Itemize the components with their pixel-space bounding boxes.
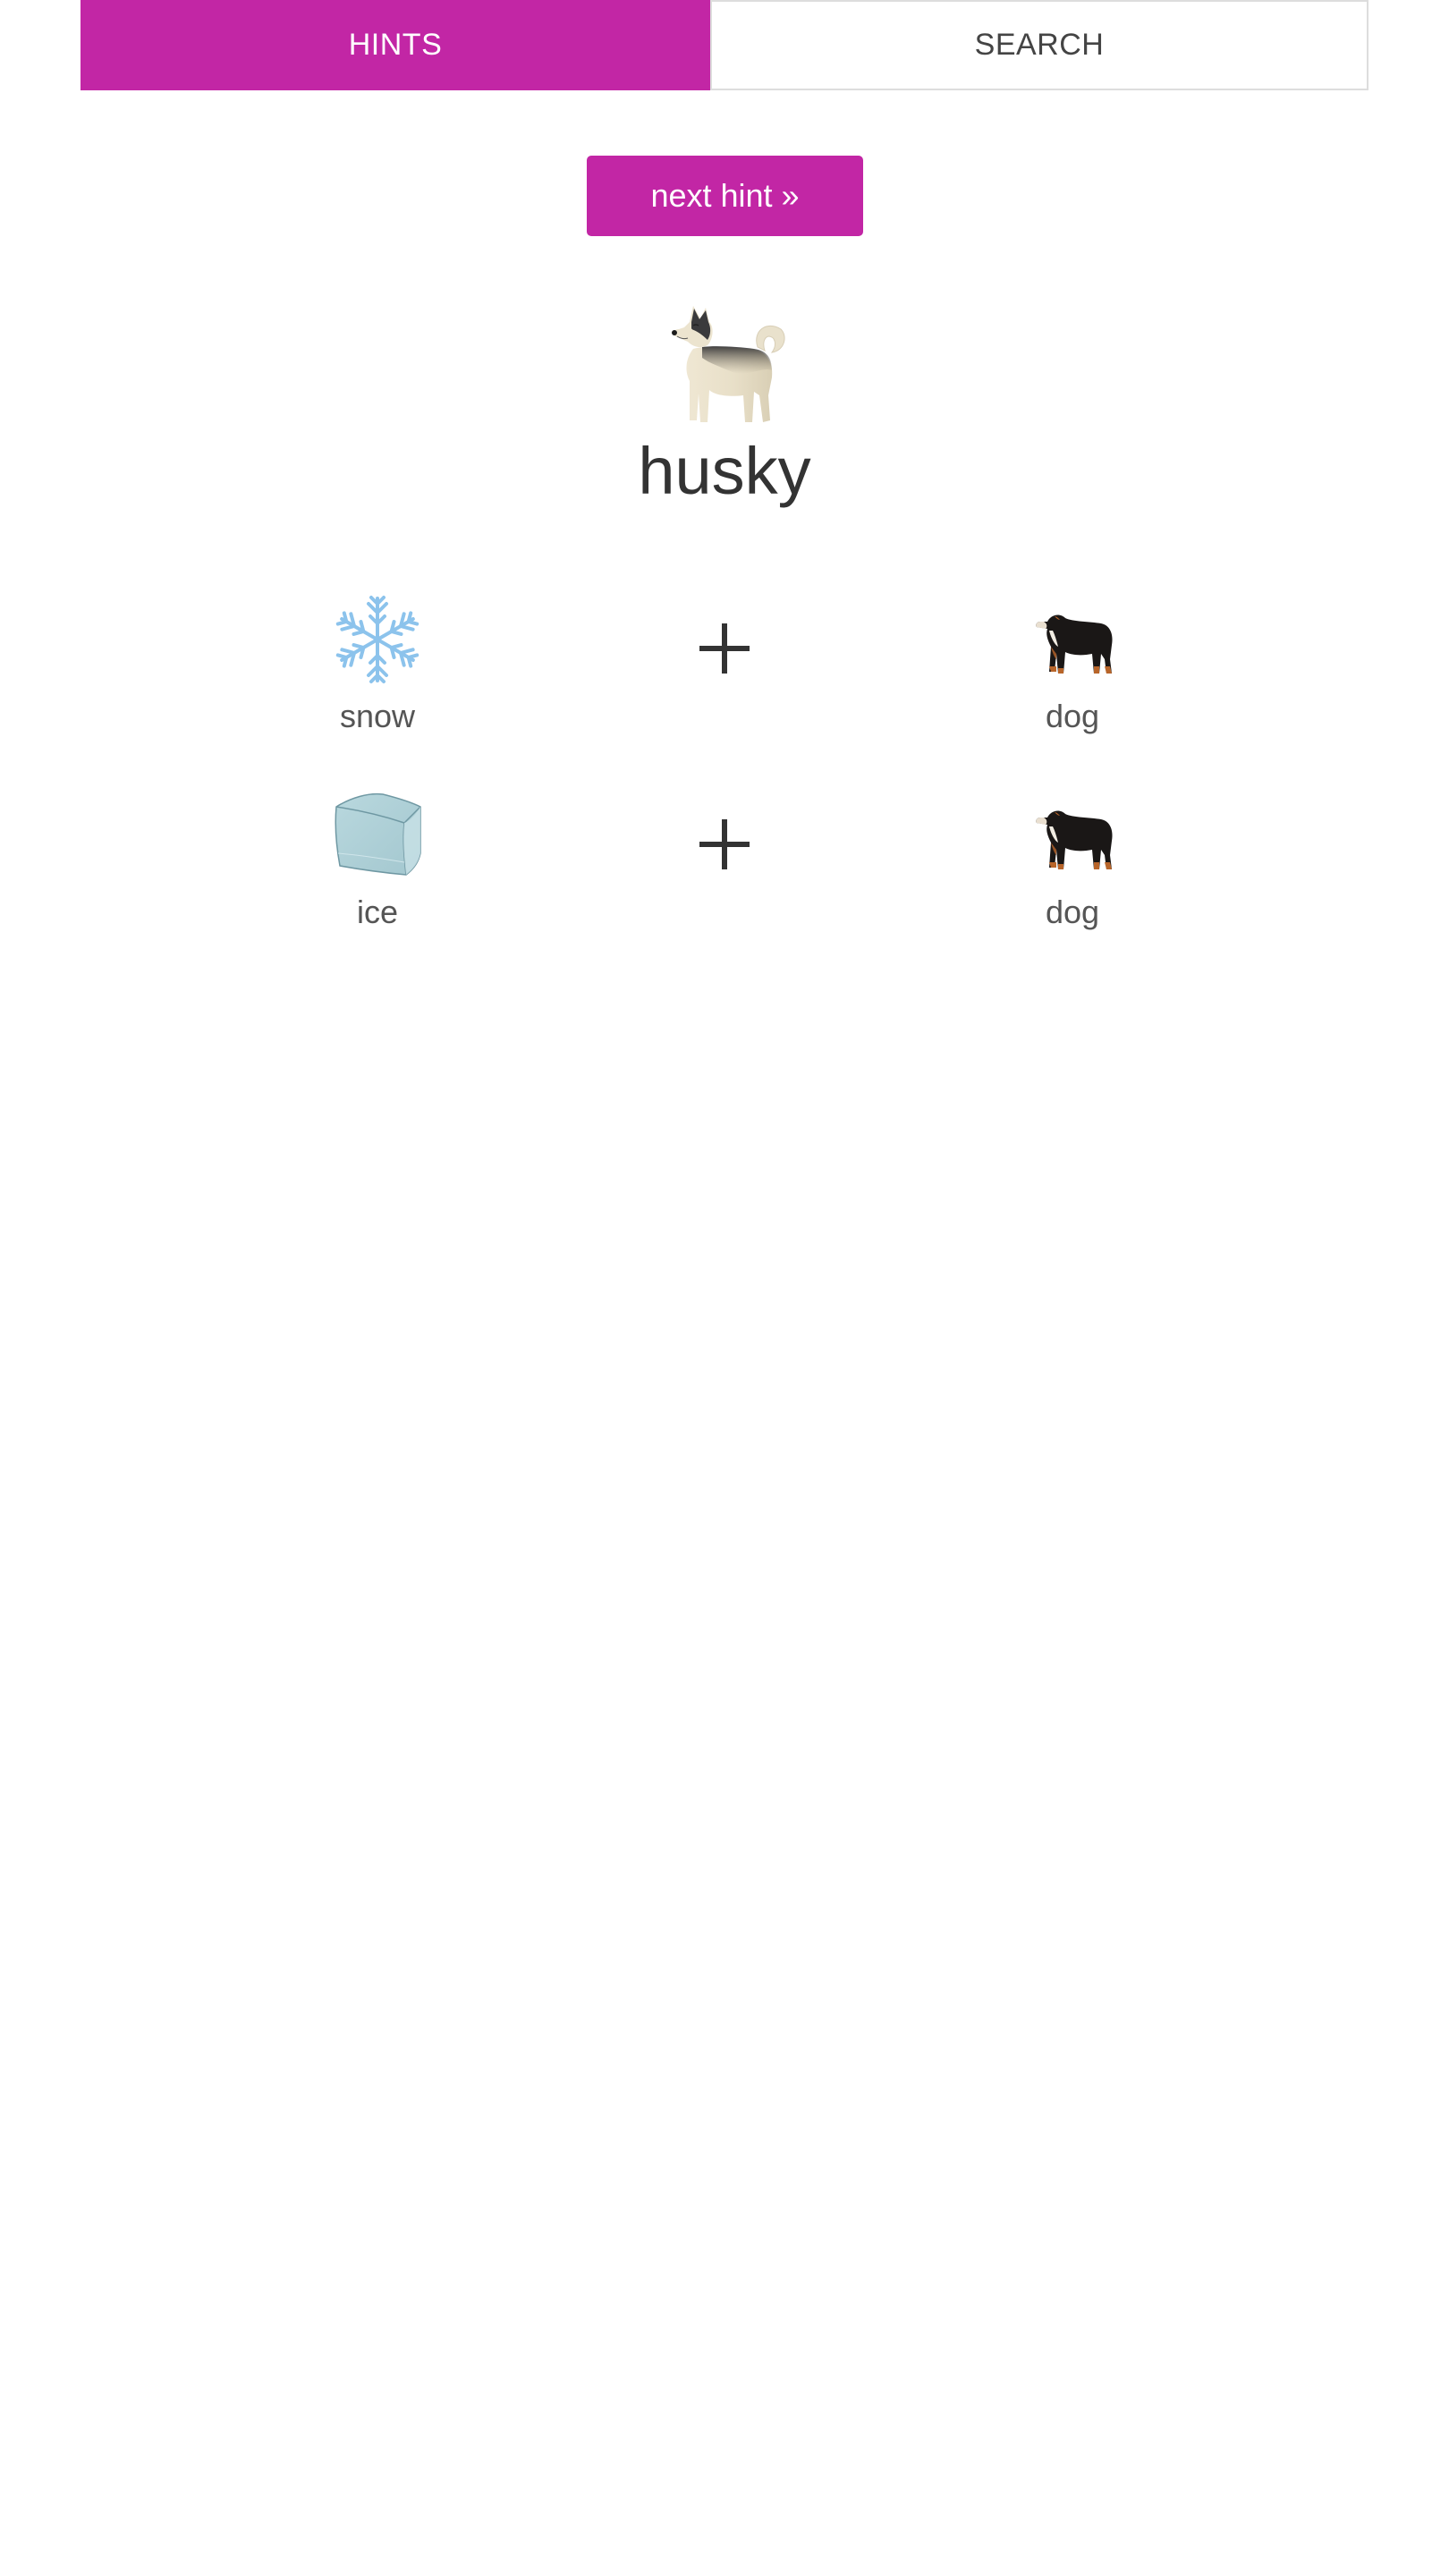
combination-right-label: dog xyxy=(1045,894,1100,930)
combination-row: snow dog xyxy=(0,595,1449,756)
combination-row: ice dog xyxy=(0,791,1449,952)
combination-right-element[interactable]: dog xyxy=(965,595,1180,734)
combination-left-label: snow xyxy=(339,698,416,734)
combination-left-element[interactable]: snow xyxy=(270,595,485,734)
next-hint-button[interactable]: next hint » xyxy=(587,156,863,236)
combination-left-label: ice xyxy=(356,894,399,930)
combination-left-element[interactable]: ice xyxy=(270,791,485,930)
snowflake-icon xyxy=(335,596,420,683)
result-label: husky xyxy=(638,434,811,508)
tab-search[interactable]: SEARCH xyxy=(710,0,1368,90)
dog-icon xyxy=(1036,614,1113,674)
tab-hints[interactable]: HINTS xyxy=(80,0,710,90)
combination-right-label: dog xyxy=(1045,698,1100,734)
plus-icon xyxy=(699,623,750,674)
combination-right-element[interactable]: dog xyxy=(965,791,1180,930)
tab-bar: HINTS SEARCH xyxy=(80,0,1368,90)
result-element: husky xyxy=(0,295,1449,512)
husky-dog-icon xyxy=(672,306,785,422)
ice-cube-icon xyxy=(335,792,421,876)
dog-icon xyxy=(1036,810,1113,869)
plus-icon xyxy=(699,819,750,869)
